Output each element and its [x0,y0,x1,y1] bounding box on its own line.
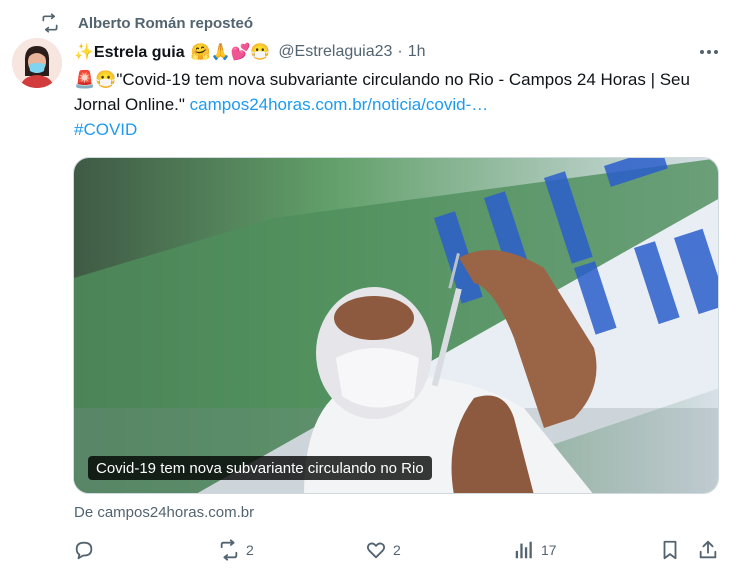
user-handle[interactable]: @Estrelaguia23 [278,43,392,61]
card-source[interactable]: De campos24horas.com.br [74,504,254,521]
more-options-button[interactable] [696,40,722,64]
display-name[interactable]: ✨Estrela guia [74,42,185,62]
display-name-emojis: 🤗🙏💕😷 [190,44,271,61]
share-button[interactable] [697,536,719,564]
separator-dot: · [397,43,403,60]
repost-icon [220,539,238,561]
views-button[interactable]: 17 [513,536,557,564]
reply-icon [75,541,93,560]
like-count: 2 [393,542,401,558]
repost-label: Alberto Román reposteó [78,14,254,32]
views-icon [515,541,532,559]
heart-icon [366,542,386,559]
repost-button[interactable]: 2 [218,536,254,564]
bookmark-button[interactable] [659,536,681,564]
repost-count: 2 [246,542,254,558]
repost-indicator[interactable]: Alberto Román reposteó [40,12,253,34]
like-button[interactable]: 2 [365,536,401,564]
views-count: 17 [541,542,557,558]
card-image [74,158,718,493]
link-card[interactable] [73,157,719,494]
tweet-link[interactable]: campos24horas.com.br/noticia/covid-… [190,95,489,114]
avatar-illustration [12,38,62,88]
card-caption: Covid-19 tem nova subvariante circulando… [88,456,432,480]
tweet-header: ✨Estrela guia 🤗🙏💕😷 @Estrelaguia23 · 1h [74,40,426,64]
reply-button[interactable] [73,536,95,564]
share-icon [699,540,717,559]
bookmark-icon [663,540,677,560]
hashtag-link[interactable]: #COVID [74,118,137,142]
avatar[interactable] [12,38,62,88]
more-icon [700,50,718,54]
tweet-text: 🚨😷"Covid-19 tem nova subvariante circula… [74,67,724,117]
timestamp[interactable]: 1h [408,43,426,61]
repost-icon [42,13,58,33]
action-bar: 2 2 17 [0,536,740,564]
